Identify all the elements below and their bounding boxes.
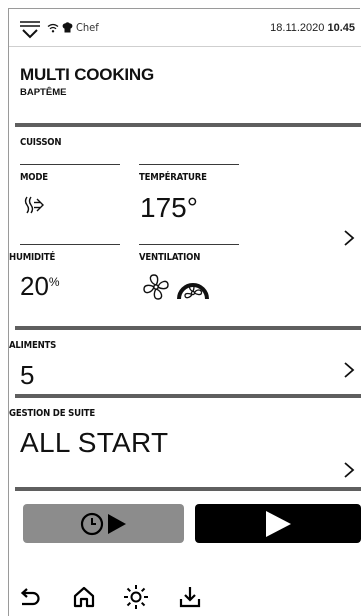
- time: 10.45: [327, 22, 355, 34]
- aliments-label: ALIMENTS: [9, 340, 57, 351]
- date: 18.11.2020: [270, 22, 325, 34]
- section-divider: [15, 487, 361, 491]
- divider: [139, 244, 239, 245]
- back-icon: [20, 588, 40, 606]
- download-icon: [179, 587, 201, 608]
- home-icon: [73, 586, 95, 608]
- gestion-label: GESTION DE SUITE: [9, 408, 96, 419]
- divider: [20, 244, 120, 245]
- play-icon: [266, 510, 291, 537]
- clock-icon: [80, 512, 103, 535]
- mode-label: MODE: [20, 172, 48, 183]
- section-divider: [15, 326, 361, 330]
- steam-convection-icon: [24, 196, 44, 214]
- play-icon: [107, 513, 126, 534]
- gestion-chevron-right-icon[interactable]: [342, 460, 356, 480]
- humidity-number: 20: [20, 271, 49, 301]
- fan-speed-gauge-icon: [177, 283, 209, 300]
- program-title: MULTI COOKING: [20, 65, 155, 84]
- home-button[interactable]: [71, 582, 97, 612]
- humidity-unit: %: [48, 275, 60, 289]
- oven-control-screen: Chef 18.11.2020 10.45 MULTI COOKING BAPT…: [8, 8, 361, 616]
- section-divider: [15, 394, 361, 398]
- download-button[interactable]: [177, 582, 203, 612]
- delayed-start-button[interactable]: [23, 504, 184, 543]
- cuisson-chevron-right-icon[interactable]: [342, 228, 356, 248]
- program-subtitle: BAPTÊME: [20, 87, 67, 98]
- wifi-icon: [47, 23, 59, 32]
- aliments-chevron-right-icon[interactable]: [342, 360, 356, 380]
- date-time: 18.11.2020 10.45: [270, 22, 355, 34]
- temperature-value: 175°: [140, 192, 198, 223]
- aliments-value: 5: [20, 360, 35, 390]
- divider: [20, 164, 120, 165]
- chef-hat-icon: [62, 22, 73, 33]
- section-divider: [15, 123, 361, 127]
- menu-dropdown-icon[interactable]: [20, 19, 40, 39]
- back-button[interactable]: [17, 582, 43, 612]
- cuisson-label: CUISSON: [20, 137, 62, 148]
- user-name: Chef: [76, 21, 99, 34]
- brightness-button[interactable]: [123, 582, 149, 612]
- fan-icon: [143, 274, 169, 300]
- gestion-value: ALL START: [20, 427, 169, 458]
- humidity-label: HUMIDITÉ: [9, 252, 56, 263]
- temperature-label: TEMPÉRATURE: [139, 172, 207, 183]
- status-bar: Chef 18.11.2020 10.45: [9, 9, 361, 47]
- humidity-value: 20%: [20, 271, 60, 302]
- ventilation-label: VENTILATION: [139, 252, 201, 263]
- start-button[interactable]: [195, 504, 361, 543]
- brightness-icon: [124, 585, 148, 609]
- divider: [139, 164, 239, 165]
